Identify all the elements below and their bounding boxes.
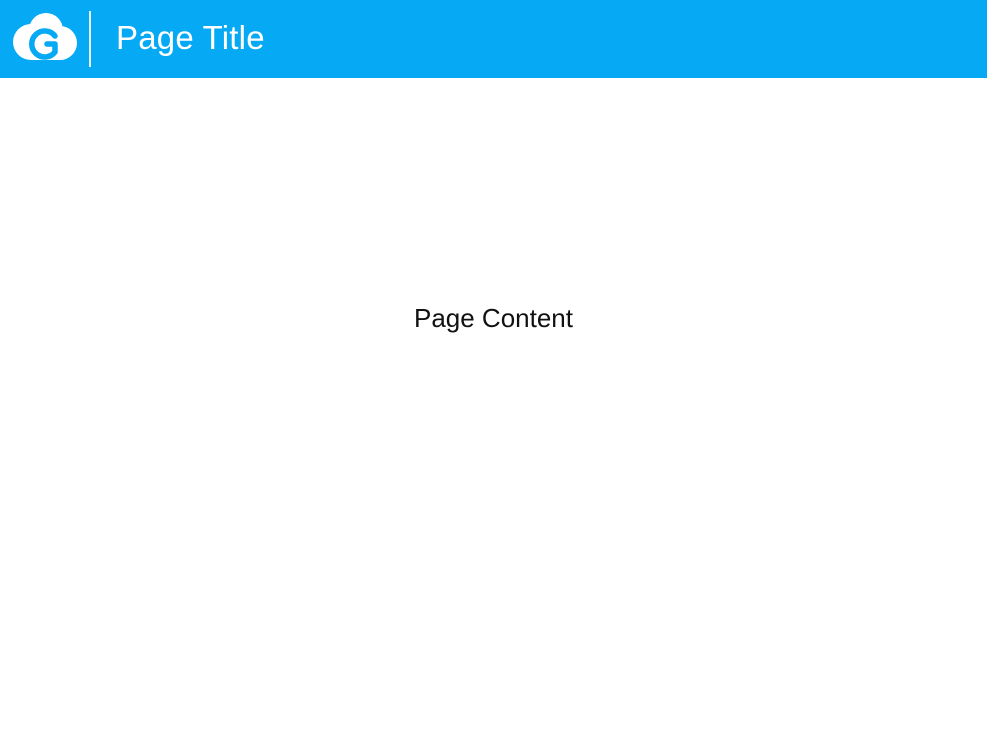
page-header: Page Title — [0, 0, 987, 78]
page-content-area: Page Content — [0, 78, 987, 735]
header-divider — [89, 11, 91, 67]
cloud-g-logo-icon — [13, 13, 77, 60]
page-title: Page Title — [116, 19, 265, 56]
app-window: Page Title Page Content — [0, 0, 987, 735]
page-content-text: Page Content — [413, 303, 573, 333]
